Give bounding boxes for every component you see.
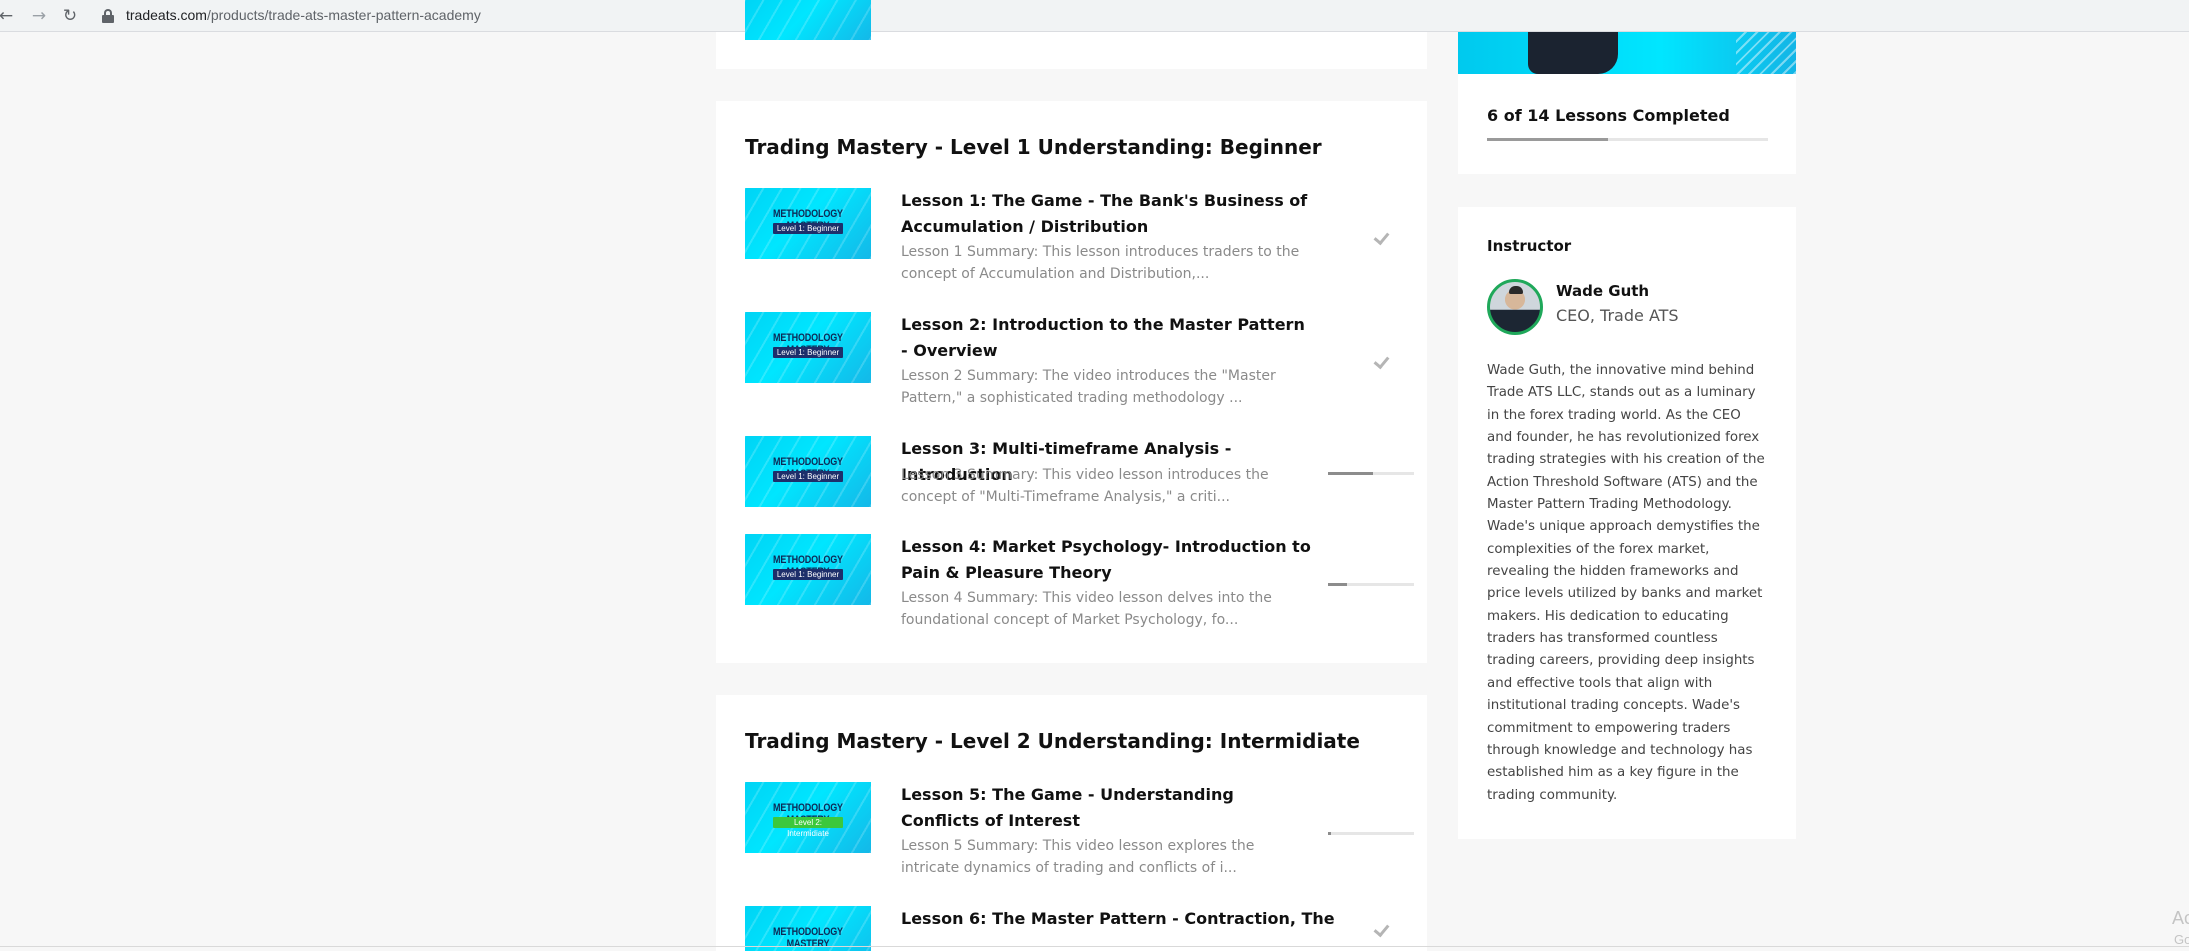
instructor-card: Instructor Wade Guth CEO, Trade ATS Wade… <box>1458 207 1796 839</box>
lesson-progress-bar <box>1328 583 1414 586</box>
lesson-item[interactable]: METHODOLOGY MASTERY Level 1: Beginner Le… <box>745 534 1414 644</box>
lesson-summary: Lesson 1 Summary: This lesson introduces… <box>901 244 1300 282</box>
completed-check-icon <box>1373 228 1391 246</box>
forward-arrow-icon[interactable]: → <box>27 4 51 28</box>
lesson-summary: Lesson 5 Summary: This video lesson expl… <box>901 838 1255 876</box>
instructor-avatar <box>1487 279 1543 335</box>
lesson-summary: Lesson 3 Summary: This video lesson intr… <box>901 467 1269 505</box>
lesson-title[interactable]: Lesson 2: Introduction to the Master Pat… <box>901 312 1311 364</box>
lesson-title[interactable]: Lesson 6: The Master Pattern - Contracti… <box>901 906 1361 932</box>
reload-icon[interactable]: ↻ <box>58 4 82 28</box>
section-card-level-1: Trading Mastery - Level 1 Understanding:… <box>716 101 1427 663</box>
address-bar[interactable]: tradeats.com/products/trade-ats-master-p… <box>126 7 481 23</box>
progress-card: 6 of 14 Lessons Completed <box>1458 74 1796 174</box>
back-arrow-icon[interactable]: ← <box>0 4 18 28</box>
instructor-role: CEO, Trade ATS <box>1556 306 1679 325</box>
lesson-thumbnail[interactable]: METHODOLOGY MASTERY Level 1: Beginner <box>745 312 871 383</box>
instructor-bio: Wade Guth, the innovative mind behind Tr… <box>1487 363 1765 803</box>
lesson-progress-bar <box>1328 472 1414 475</box>
lesson-thumbnail[interactable]: METHODOLOGY MASTERY Level 1: Beginner <box>745 534 871 605</box>
lesson-progress-bar <box>1328 832 1414 835</box>
lesson-thumbnail[interactable]: METHODOLOGY MASTERY Level 2: Intermidiat… <box>745 782 871 853</box>
url-path: /products/trade-ats-master-pattern-acade… <box>206 7 481 23</box>
thumbnail-badge: Level 1: Beginner <box>773 471 843 482</box>
lesson-item[interactable]: METHODOLOGY MASTERY Level 1: Beginner Le… <box>745 188 1411 298</box>
lesson-thumbnail[interactable]: METHODOLOGY MASTERY Level 1: Beginner <box>745 436 871 507</box>
thumbnail-badge: Level 1: Beginner <box>773 569 843 580</box>
lesson-thumbnail[interactable]: METHODOLOGY MASTERY <box>745 906 871 951</box>
previous-section-card <box>716 0 1427 69</box>
thumbnail-badge: Level 2: Intermidiate <box>773 817 843 838</box>
instructor-name: Wade Guth <box>1556 282 1650 300</box>
lessons-completed-label: 6 of 14 Lessons Completed <box>1487 106 1730 125</box>
completed-check-icon <box>1373 920 1391 938</box>
bottom-divider <box>0 946 2189 947</box>
course-progress-bar <box>1487 138 1768 141</box>
lock-icon[interactable] <box>102 9 114 23</box>
lesson-thumbnail-partial[interactable] <box>745 0 871 40</box>
lesson-title[interactable]: Lesson 1: The Game - The Bank's Business… <box>901 188 1311 240</box>
lesson-item[interactable]: METHODOLOGY MASTERY Level 2: Intermidiat… <box>745 782 1414 892</box>
lesson-summary: Lesson 2 Summary: The video introduces t… <box>901 368 1276 406</box>
thumbnail-badge: Level 1: Beginner <box>773 223 843 234</box>
lesson-title[interactable]: Lesson 4: Market Psychology- Introductio… <box>901 534 1311 586</box>
lesson-thumbnail[interactable]: METHODOLOGY MASTERY Level 1: Beginner <box>745 188 871 259</box>
section-card-level-2: Trading Mastery - Level 2 Understanding:… <box>716 695 1427 951</box>
instructor-heading: Instructor <box>1487 237 1572 255</box>
completed-check-icon <box>1373 352 1391 370</box>
url-domain: tradeats.com <box>126 7 207 23</box>
browser-toolbar: ← → ↻ tradeats.com/products/trade-ats-ma… <box>0 0 2189 32</box>
course-hero-image <box>1458 32 1796 74</box>
lesson-title[interactable]: Lesson 5: The Game - Understanding Confl… <box>901 782 1311 834</box>
lesson-item[interactable]: METHODOLOGY MASTERY Level 1: Beginner Le… <box>745 436 1414 516</box>
activate-windows-watermark-sub: Go <box>2174 932 2189 947</box>
lesson-item[interactable]: METHODOLOGY MASTERY Level 1: Beginner Le… <box>745 312 1411 422</box>
lesson-summary: Lesson 4 Summary: This video lesson delv… <box>901 590 1272 628</box>
thumbnail-badge: Level 1: Beginner <box>773 347 843 358</box>
activate-windows-watermark: Ac <box>2172 908 2189 928</box>
section-title: Trading Mastery - Level 2 Understanding:… <box>745 729 1360 753</box>
section-title: Trading Mastery - Level 1 Understanding:… <box>745 135 1322 159</box>
lesson-item[interactable]: METHODOLOGY MASTERY Lesson 6: The Master… <box>745 906 1411 951</box>
